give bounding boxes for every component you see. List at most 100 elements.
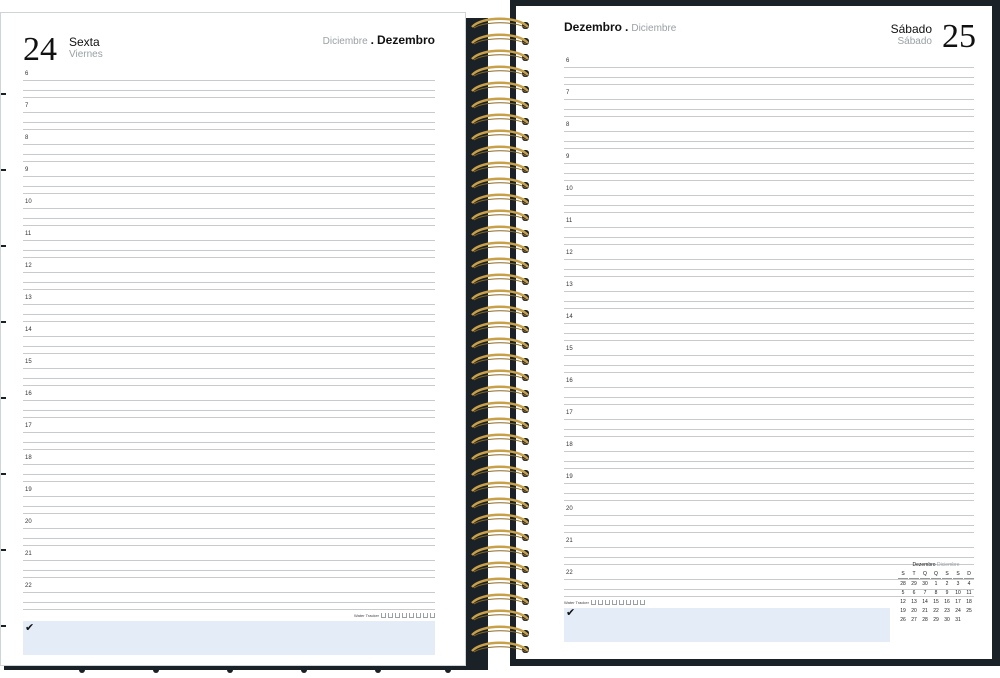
writing-line bbox=[564, 500, 974, 501]
water-glass-icon[interactable] bbox=[402, 613, 407, 618]
writing-line bbox=[23, 272, 435, 273]
hour-row[interactable]: 7 bbox=[23, 101, 435, 133]
hour-row[interactable]: 15 bbox=[23, 357, 435, 389]
hour-row[interactable]: 17 bbox=[23, 421, 435, 453]
left-hour-schedule: 6 7 8 9 10 11 12 13 14 15 16 17 18 19 20 21 22 bbox=[23, 69, 435, 613]
mini-calendar-weekday: S bbox=[942, 571, 952, 579]
binding-ring-shadow bbox=[473, 246, 527, 253]
right-todo-area[interactable] bbox=[564, 608, 890, 642]
right-month-es: Diciembre bbox=[631, 23, 677, 34]
writing-line bbox=[23, 410, 435, 411]
water-glass-icon[interactable] bbox=[416, 613, 421, 618]
right-hour-schedule: 6 7 8 9 10 11 12 13 14 15 16 17 18 19 20 21 22 bbox=[564, 56, 974, 600]
hour-row[interactable]: 17 bbox=[564, 408, 974, 440]
water-glass-icon[interactable] bbox=[611, 600, 617, 605]
right-water-tracker[interactable]: Water Tracker bbox=[564, 600, 645, 605]
hour-row[interactable]: 18 bbox=[23, 453, 435, 485]
bottom-tab bbox=[445, 666, 451, 673]
writing-line bbox=[23, 314, 435, 315]
hour-row[interactable]: 13 bbox=[564, 280, 974, 312]
hour-label: 14 bbox=[25, 327, 32, 333]
writing-line bbox=[23, 538, 435, 539]
binding-ring-shadow bbox=[473, 198, 527, 205]
writing-line bbox=[23, 560, 435, 561]
mini-calendar-day: 5 bbox=[901, 590, 905, 596]
left-todo-area[interactable] bbox=[23, 621, 435, 655]
water-glass-icon[interactable] bbox=[430, 613, 435, 618]
binding-ring-shadow bbox=[473, 134, 527, 141]
water-glass-icon[interactable] bbox=[409, 613, 414, 618]
hour-row[interactable]: 16 bbox=[564, 376, 974, 408]
hour-row[interactable]: 11 bbox=[564, 216, 974, 248]
water-glass-icon[interactable] bbox=[618, 600, 624, 605]
water-glass-icon[interactable] bbox=[590, 600, 596, 605]
hour-row[interactable]: 10 bbox=[23, 197, 435, 229]
hour-row[interactable]: 20 bbox=[23, 517, 435, 549]
writing-line bbox=[23, 602, 435, 603]
water-glass-icon[interactable] bbox=[423, 613, 428, 618]
hour-row[interactable]: 20 bbox=[564, 504, 974, 536]
writing-line bbox=[564, 67, 974, 68]
hour-row[interactable]: 12 bbox=[23, 261, 435, 293]
hour-label: 14 bbox=[566, 314, 573, 320]
hour-row[interactable]: 14 bbox=[23, 325, 435, 357]
right-water-tracker-label: Water Tracker bbox=[564, 600, 589, 605]
hour-row[interactable]: 9 bbox=[564, 152, 974, 184]
water-glass-icon[interactable] bbox=[597, 600, 603, 605]
hour-row[interactable]: 19 bbox=[23, 485, 435, 517]
edge-tab bbox=[1, 625, 6, 627]
writing-line bbox=[564, 525, 974, 526]
left-day-number: 24 bbox=[23, 31, 57, 68]
writing-line bbox=[564, 340, 974, 341]
hour-row[interactable]: 8 bbox=[564, 120, 974, 152]
hour-row[interactable]: 21 bbox=[23, 549, 435, 581]
binding-ring-shadow bbox=[473, 182, 527, 189]
hour-row[interactable]: 19 bbox=[564, 472, 974, 504]
right-check-icon: ✔ bbox=[566, 607, 576, 619]
hour-row[interactable]: 22 bbox=[23, 581, 435, 613]
binding-ring-shadow bbox=[473, 230, 527, 237]
left-water-glasses bbox=[379, 613, 435, 618]
mini-calendar-day bbox=[964, 617, 974, 624]
hour-row[interactable]: 11 bbox=[23, 229, 435, 261]
edge-tab bbox=[1, 93, 6, 95]
mini-calendar-day: 11 bbox=[966, 590, 972, 596]
hour-row[interactable]: 15 bbox=[564, 344, 974, 376]
hour-row[interactable]: 6 bbox=[564, 56, 974, 88]
water-glass-icon[interactable] bbox=[604, 600, 610, 605]
hour-row[interactable]: 6 bbox=[23, 69, 435, 101]
hour-row[interactable]: 18 bbox=[564, 440, 974, 472]
hour-row[interactable]: 7 bbox=[564, 88, 974, 120]
writing-line bbox=[564, 483, 974, 484]
binding-ring-shadow bbox=[473, 38, 527, 45]
water-glass-icon[interactable] bbox=[625, 600, 631, 605]
water-glass-icon[interactable] bbox=[395, 613, 400, 618]
writing-line bbox=[23, 240, 435, 241]
water-glass-icon[interactable] bbox=[639, 600, 645, 605]
binding-ring-shadow bbox=[473, 358, 527, 365]
writing-line bbox=[564, 163, 974, 164]
writing-line bbox=[23, 144, 435, 145]
mini-calendar: Dezembro Diciembre S T Q Q S S D 28 29 30 1 2 3 4 5 6 7 8… bbox=[898, 562, 974, 624]
writing-line bbox=[564, 195, 974, 196]
mini-calendar-day: 24 bbox=[955, 608, 961, 614]
hour-label: 10 bbox=[25, 199, 32, 205]
hour-label: 6 bbox=[566, 58, 570, 64]
water-glass-icon[interactable] bbox=[388, 613, 393, 618]
hour-row[interactable]: 13 bbox=[23, 293, 435, 325]
water-glass-icon[interactable] bbox=[632, 600, 638, 605]
left-water-tracker-label: Water Tracker bbox=[354, 613, 379, 618]
mini-calendar-day: 8 bbox=[934, 590, 938, 596]
water-glass-icon[interactable] bbox=[381, 613, 386, 618]
binding-ring-shadow bbox=[473, 22, 527, 29]
hour-row[interactable]: 8 bbox=[23, 133, 435, 165]
hour-row[interactable]: 9 bbox=[23, 165, 435, 197]
left-water-tracker[interactable]: Water Tracker bbox=[354, 613, 435, 618]
hour-row[interactable]: 16 bbox=[23, 389, 435, 421]
hour-row[interactable]: 12 bbox=[564, 248, 974, 280]
hour-row[interactable]: 14 bbox=[564, 312, 974, 344]
writing-line bbox=[564, 451, 974, 452]
hour-row[interactable]: 10 bbox=[564, 184, 974, 216]
mini-calendar-day: 17 bbox=[955, 599, 961, 605]
left-month-es: Diciembre bbox=[322, 36, 368, 47]
